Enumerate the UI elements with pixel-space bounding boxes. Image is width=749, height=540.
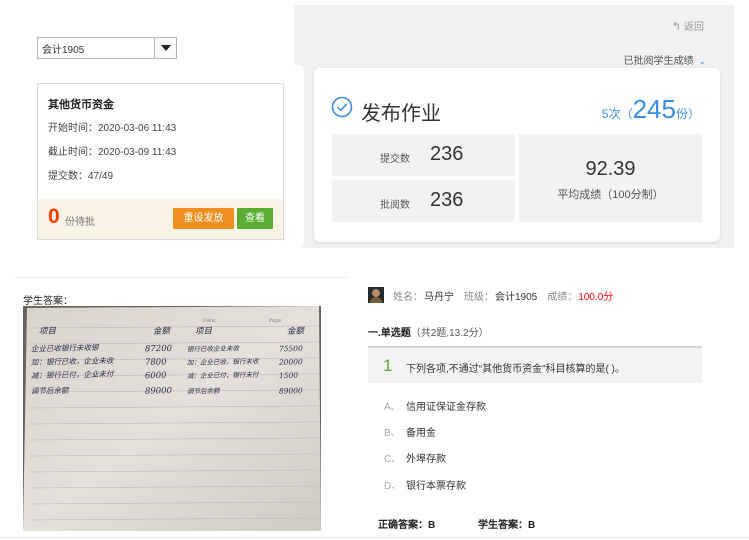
assignment-name: 其他货币资金 — [48, 99, 114, 111]
publish-stats-panel: ↰ 返回 已批阅学生成绩 ⌄ 发布作业 5次（245份） 提交数 236 批阅数 2… — [294, 5, 734, 248]
photo-cell: 调节后余额 — [31, 386, 70, 396]
photo-cell: 89000 — [279, 386, 303, 396]
photo-cell: 20000 — [278, 357, 303, 367]
submit-value: 236 — [430, 143, 464, 165]
score-label: 成绩： — [547, 291, 578, 303]
name-label: 姓名： — [393, 291, 423, 303]
answer-photo: Date: Page 项目 金额 项目 金额企业已收银行未收银 87200 银行已收企业未… — [23, 306, 321, 531]
class-label: 班级： — [464, 291, 494, 303]
times-unit: 次（ — [608, 107, 633, 121]
back-label: 返回 — [684, 22, 704, 33]
option-c: C、 外埠存款 — [384, 450, 446, 465]
publish-title: 发布作业 — [361, 103, 441, 125]
photo-cell: 减：银行已付，企业未付 — [31, 369, 115, 380]
photo-page-label: Page — [269, 318, 281, 324]
student-score: 100.0分 — [578, 291, 614, 303]
publish-card: 发布作业 5次（245份） 提交数 236 批阅数 236 92.39 平均成绩… — [314, 68, 720, 242]
reset-publish-button[interactable]: 重设发放 — [173, 208, 234, 229]
chevron-down-icon[interactable] — [154, 38, 176, 58]
check-circle-icon — [331, 96, 353, 118]
photo-cell: 银行已收企业未收 — [187, 344, 241, 353]
question-header: 1 下列各项,不通过“其他货币资金”科目核算的是( )。 — [368, 346, 702, 383]
option-letter: B、 — [384, 428, 401, 439]
start-time: 开始时间：2020-03-06 11:43 — [48, 123, 177, 134]
end-time: 截止时间：2020-03-09 11:43 — [48, 147, 177, 158]
answer-summary: 正确答案：B 学生答案：B — [378, 516, 575, 531]
student-info: 姓名： 马丹宁 班级： 会计1905 成绩： 100.0分 — [368, 286, 623, 304]
average-stat: 92.39 平均成绩（100分制） — [519, 134, 702, 222]
option-b: B、 备用金 — [384, 424, 436, 439]
assignment-card: 其他货币资金 开始时间：2020-03-06 11:43 截止时间：2020-0… — [37, 83, 284, 240]
section-title: 一.单选题（共2题,13.2分） — [368, 324, 489, 339]
student-answer-title: 学生答案： — [23, 296, 73, 307]
photo-cell: 89000 — [145, 386, 173, 397]
submit-stat: 提交数 236 — [332, 134, 515, 176]
photo-cell: 金额 — [287, 325, 306, 336]
back-arrow-icon: ↰ — [671, 21, 681, 33]
reviewed-scores-link[interactable]: 已批阅学生成绩 ⌄ — [623, 52, 706, 67]
option-d: D、 银行本票存款 — [384, 477, 466, 492]
copies-count: 245 — [632, 94, 676, 124]
correct-answer: 正确答案：B — [378, 520, 435, 531]
class-select-value: 会计1905 — [42, 44, 85, 56]
view-button[interactable]: 查看 — [237, 208, 273, 229]
question-text: 下列各项,不通过“其他货币资金”科目核算的是( )。 — [406, 364, 625, 375]
photo-cell: 减：企业已付，银行未付 — [187, 371, 260, 381]
question-number: 1 — [383, 356, 393, 375]
student-name: 马丹宁 — [424, 291, 454, 303]
publish-totals: 5次（245份） — [602, 94, 700, 125]
back-link[interactable]: ↰ 返回 — [672, 18, 704, 33]
student-answer-label: 学生答案： — [478, 520, 529, 531]
submit-label: 提交数 — [380, 154, 410, 165]
photo-cell: 加：企业已收，银行未收 — [187, 357, 260, 367]
photo-cell: 7800 — [145, 357, 167, 367]
review-label: 批阅数 — [380, 200, 410, 211]
pending-count: 0 — [48, 205, 60, 228]
photo-cell: 87200 — [145, 344, 173, 355]
copies-unit: 份） — [675, 107, 700, 121]
photo-cell: 加：银行已收，企业未收 — [31, 356, 115, 367]
option-letter: A、 — [384, 402, 401, 413]
photo-cell: 调节后余额 — [187, 387, 221, 396]
photo-cell: 1500 — [279, 371, 298, 380]
avatar — [368, 287, 384, 303]
class-select[interactable]: 会计1905 — [37, 37, 177, 59]
times-count: 5 — [601, 107, 609, 121]
reviewed-scores-label: 已批阅学生成绩 — [623, 56, 694, 67]
average-value: 92.39 — [585, 158, 636, 180]
photo-cell: 金额 — [153, 325, 172, 336]
option-text: 备用金 — [406, 428, 436, 439]
pending-label: 份待批 — [65, 217, 95, 228]
review-stat: 批阅数 236 — [332, 180, 515, 222]
section-name: 一.单选题 — [368, 328, 411, 339]
review-value: 236 — [430, 189, 464, 211]
section-sub: （共2题,13.2分） — [410, 328, 489, 339]
option-letter: D、 — [384, 481, 402, 492]
option-a: A、 信用证保证金存款 — [384, 398, 486, 413]
average-label: 平均成绩（100分制） — [557, 189, 664, 201]
option-letter: C、 — [384, 454, 402, 465]
student-answer-value: B — [528, 520, 536, 531]
photo-date-label: Date: — [203, 318, 217, 324]
option-text: 信用证保证金存款 — [406, 402, 486, 413]
option-text: 外埠存款 — [406, 454, 446, 465]
correct-answer-label: 正确答案： — [378, 520, 428, 531]
student-answer: 学生答案：B — [478, 520, 535, 531]
chevron-down-icon: ⌄ — [698, 56, 706, 66]
photo-cell: 6000 — [145, 371, 167, 381]
photo-cell: 项目 — [195, 326, 213, 336]
correct-answer-value: B — [428, 520, 436, 531]
student-answer-panel: 学生答案： Date: Page 项目 金额 项目 金额企业已收银行未收银 87200 银… — [14, 277, 347, 540]
divider — [0, 537, 749, 538]
assignment-card-footer: 0 份待批 重设发放 查看 — [38, 199, 283, 239]
student-class: 会计1905 — [495, 291, 538, 303]
photo-cell: 75500 — [279, 344, 303, 354]
photo-cell: 项目 — [39, 326, 57, 336]
photo-cell: 企业已收银行未收银 — [31, 343, 100, 353]
option-text: 银行本票存款 — [406, 481, 466, 492]
card-edge — [294, 65, 304, 248]
submitted-count: 提交数：47/49 — [48, 171, 114, 182]
